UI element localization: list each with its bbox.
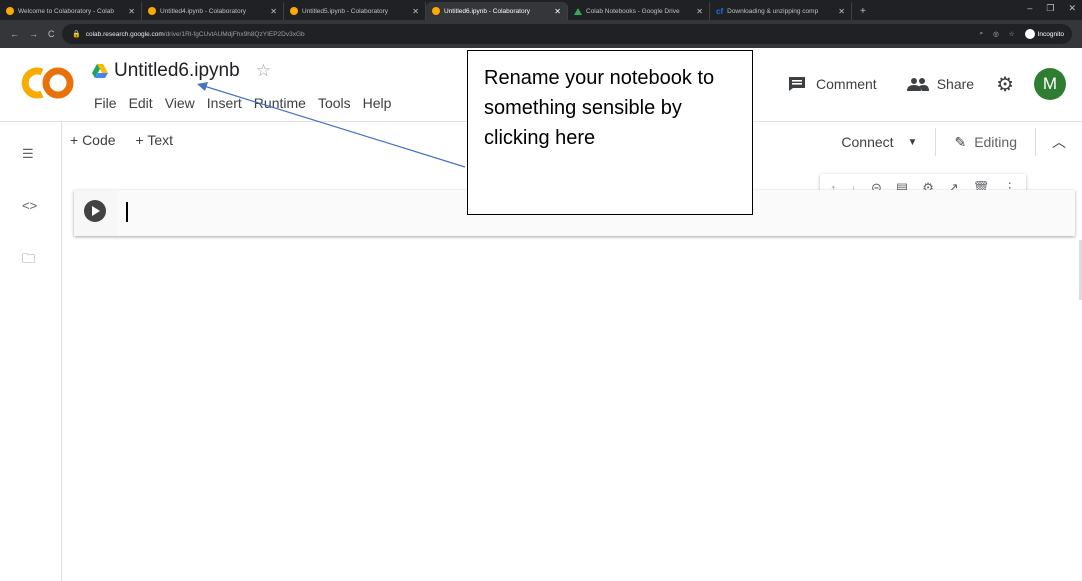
maximize-icon[interactable]: ❐ bbox=[1046, 3, 1054, 14]
connect-button[interactable]: Connect ▼ bbox=[841, 128, 937, 156]
tab-label: Untitled6.ipynb - Colaboratory bbox=[444, 7, 530, 15]
menu-runtime[interactable]: Runtime bbox=[248, 95, 312, 111]
menu-view[interactable]: View bbox=[159, 95, 201, 111]
tab-label: Untitled5.ipynb - Colaboratory bbox=[302, 7, 388, 15]
cf-icon: cf bbox=[716, 6, 724, 16]
close-window-icon[interactable]: ✕ bbox=[1068, 3, 1076, 14]
menu-help[interactable]: Help bbox=[357, 95, 398, 111]
text-cursor bbox=[126, 202, 128, 222]
code-snippets-icon[interactable]: <> bbox=[22, 198, 37, 213]
star-icon[interactable]: ☆ bbox=[256, 61, 271, 81]
annotation-arrow-head bbox=[197, 82, 208, 91]
reload-icon[interactable]: C bbox=[48, 29, 55, 39]
tab-label: Downloading & unzipping comp bbox=[727, 7, 819, 15]
minimize-icon[interactable]: – bbox=[1027, 3, 1032, 14]
browser-tab-active[interactable]: Untitled6.ipynb - Colaboratory ✕ bbox=[426, 2, 568, 20]
add-text-button[interactable]: + Text bbox=[136, 132, 174, 148]
table-of-contents-icon[interactable]: ☰ bbox=[22, 146, 34, 162]
tab-label: Untitled4.ipynb - Colaboratory bbox=[160, 7, 246, 15]
search-icon[interactable]: ⌕ bbox=[979, 30, 983, 38]
comment-icon bbox=[789, 77, 806, 91]
drive-icon bbox=[574, 7, 582, 15]
header-actions: Comment Share ⚙ M bbox=[788, 68, 1066, 100]
forward-icon[interactable]: → bbox=[29, 29, 38, 39]
colab-logo[interactable] bbox=[20, 62, 76, 104]
browser-tab[interactable]: Untitled5.ipynb - Colaboratory ✕ bbox=[284, 2, 426, 20]
people-icon bbox=[906, 78, 929, 91]
back-icon[interactable]: ← bbox=[10, 29, 19, 39]
editing-button[interactable]: ✎ Editing bbox=[936, 128, 1036, 156]
close-icon[interactable]: ✕ bbox=[270, 7, 277, 16]
tracking-icon[interactable]: ◎ bbox=[993, 30, 999, 38]
address-bar: ← → C 🔒 colab.research.google.com /drive… bbox=[0, 20, 1082, 48]
lock-icon: 🔒 bbox=[72, 31, 81, 38]
window-controls: – ❐ ✕ bbox=[1027, 3, 1076, 14]
incognito-badge[interactable]: Incognito bbox=[1024, 29, 1064, 39]
chevron-down-icon[interactable]: ▼ bbox=[908, 137, 918, 148]
close-icon[interactable]: ✕ bbox=[838, 7, 845, 16]
incognito-label: Incognito bbox=[1037, 30, 1064, 38]
pencil-icon: ✎ bbox=[954, 133, 967, 150]
close-icon[interactable]: ✕ bbox=[412, 7, 419, 16]
bookmark-star-icon[interactable]: ☆ bbox=[1009, 30, 1015, 38]
annotation-callout: Rename your notebook to something sensib… bbox=[467, 50, 753, 215]
chevron-up-icon[interactable]: ︿ bbox=[1036, 132, 1066, 152]
browser-tab-bar: Welcome to Colaboratory - Colab ✕ Untitl… bbox=[0, 0, 1082, 20]
close-icon[interactable]: ✕ bbox=[128, 7, 135, 16]
browser-tab[interactable]: Welcome to Colaboratory - Colab ✕ bbox=[0, 2, 142, 20]
drive-icon bbox=[92, 64, 108, 78]
comment-button[interactable]: Comment bbox=[788, 76, 877, 92]
browser-tab[interactable]: Colab Notebooks - Google Drive ✕ bbox=[568, 2, 710, 20]
menu-tools[interactable]: Tools bbox=[312, 95, 357, 111]
share-button[interactable]: Share bbox=[906, 76, 975, 92]
menu-file[interactable]: File bbox=[88, 95, 123, 111]
close-icon[interactable]: ✕ bbox=[554, 7, 561, 16]
incognito-icon bbox=[1024, 29, 1035, 39]
tab-label: Colab Notebooks - Google Drive bbox=[586, 7, 680, 15]
connect-label: Connect bbox=[841, 134, 894, 150]
gear-icon[interactable]: ⚙ bbox=[996, 72, 1014, 97]
colab-logo-o bbox=[42, 67, 74, 99]
browser-tab[interactable]: cf Downloading & unzipping comp ✕ bbox=[710, 2, 852, 20]
colab-icon bbox=[148, 7, 156, 15]
notebook-title-row: Untitled6.ipynb ☆ bbox=[92, 60, 271, 82]
new-tab-button[interactable]: + bbox=[852, 2, 874, 20]
toolbar-right: Connect ▼ ✎ Editing ︿ bbox=[841, 128, 1066, 156]
url-input[interactable]: 🔒 colab.research.google.com /drive/1Rl-f… bbox=[62, 24, 1072, 44]
colab-icon bbox=[290, 7, 298, 15]
url-host: colab.research.google.com bbox=[85, 30, 164, 38]
colab-icon bbox=[6, 7, 14, 15]
menu-bar: File Edit View Insert Runtime Tools Help bbox=[88, 95, 397, 111]
notebook-toolbar: + Code + Text bbox=[70, 132, 173, 148]
editing-label: Editing bbox=[974, 134, 1017, 150]
url-path: /drive/1Rl-fgCUvtAUMdjFhx9h8QzYIEP2Dv3xG… bbox=[163, 30, 305, 38]
run-cell-button[interactable] bbox=[84, 200, 106, 222]
share-label: Share bbox=[936, 76, 975, 92]
notebook-title[interactable]: Untitled6.ipynb bbox=[114, 60, 240, 82]
menu-edit[interactable]: Edit bbox=[123, 95, 159, 111]
avatar[interactable]: M bbox=[1034, 68, 1066, 100]
comment-label: Comment bbox=[816, 76, 877, 92]
menu-insert[interactable]: Insert bbox=[201, 95, 248, 111]
folder-icon[interactable]: 🗀 bbox=[22, 250, 35, 272]
add-code-button[interactable]: + Code bbox=[70, 132, 116, 148]
left-sidebar: ☰ <> 🗀 bbox=[0, 122, 62, 581]
colab-icon bbox=[432, 7, 440, 15]
browser-tab[interactable]: Untitled4.ipynb - Colaboratory ✕ bbox=[142, 2, 284, 20]
colab-logo-c bbox=[21, 67, 44, 99]
close-icon[interactable]: ✕ bbox=[696, 7, 703, 16]
tab-label: Welcome to Colaboratory - Colab bbox=[18, 7, 114, 15]
